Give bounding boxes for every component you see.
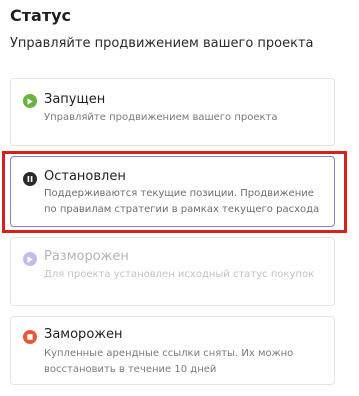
status-option-running[interactable]: Запущен Управляйте продвижением вашего п…	[10, 78, 335, 146]
stop-icon	[23, 330, 37, 344]
status-panel: Статус Управляйте продвижением вашего пр…	[0, 0, 359, 396]
status-option-stopped[interactable]: Остановлен Поддерживаются текущие позици…	[10, 156, 335, 227]
status-option-label: Остановлен	[44, 169, 126, 184]
play-icon	[23, 252, 37, 266]
page-subtitle: Управляйте продвижением вашего проекта	[10, 36, 314, 51]
status-option-label: Разморожен	[44, 249, 129, 264]
status-option-description: Управляйте продвижением вашего проекта	[44, 112, 278, 123]
status-option-label: Запущен	[44, 92, 106, 107]
status-option-description: Поддерживаются текущие позиции. Продвиже…	[44, 188, 320, 215]
play-icon	[23, 94, 37, 108]
page-title: Статус	[10, 6, 71, 25]
status-option-label: Заморожен	[44, 327, 123, 342]
status-option-frozen[interactable]: Заморожен Купленные арендные ссылки снят…	[10, 316, 335, 385]
status-option-unfrozen: Разморожен Для проекта установлен исходн…	[10, 237, 335, 306]
status-option-description: Купленные арендные ссылки сняты. Их можн…	[44, 348, 294, 375]
pause-icon	[23, 172, 37, 186]
status-option-description: Для проекта установлен исходный статус п…	[44, 269, 315, 280]
